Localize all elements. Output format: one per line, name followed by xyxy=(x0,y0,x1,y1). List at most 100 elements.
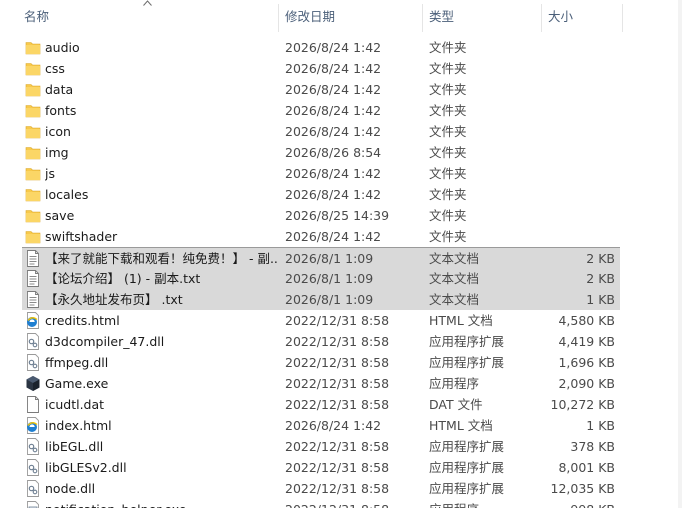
file-row[interactable]: img 2026/8/26 8:54 文件夹 xyxy=(22,142,620,163)
file-type: 文本文档 xyxy=(429,251,480,266)
file-row[interactable]: libGLESv2.dll 2022/12/31 8:58 应用程序扩展 8,001 … xyxy=(22,457,620,478)
file-modified-date: 2026/8/24 1:42 xyxy=(285,40,382,55)
file-row[interactable]: libEGL.dll 2022/12/31 8:58 应用程序扩展 378 KB xyxy=(22,436,620,457)
blank-file-icon xyxy=(25,396,41,413)
file-row[interactable]: d3dcompiler_47.dll 2022/12/31 8:58 应用程序扩展 4… xyxy=(22,331,620,352)
file-type: 文件夹 xyxy=(429,166,467,181)
file-modified-date: 2026/8/24 1:42 xyxy=(285,166,382,181)
file-modified-date: 2022/12/31 8:58 xyxy=(285,355,390,370)
file-modified-date: 2022/12/31 8:58 xyxy=(285,499,423,508)
file-size: 2 KB xyxy=(586,271,615,286)
file-type: 应用程序扩展 xyxy=(429,334,505,349)
column-header-name-label: 名称 xyxy=(24,9,50,24)
file-type: 文件夹 xyxy=(429,40,467,55)
file-size: 4,419 KB xyxy=(558,334,615,349)
file-modified-date: 2022/12/31 8:58 xyxy=(285,460,390,475)
file-size xyxy=(545,163,615,184)
file-row[interactable]: icudtl.dat 2022/12/31 8:58 DAT 文件 10,272 KB xyxy=(22,394,620,415)
file-name: locales xyxy=(45,187,89,202)
file-row[interactable]: icon 2026/8/24 1:42 文件夹 xyxy=(22,121,620,142)
exe-file-icon xyxy=(25,501,41,508)
file-name: 【论坛介绍】 (1) - 副本.txt xyxy=(45,271,201,286)
html-document-icon xyxy=(25,417,41,434)
file-row[interactable]: audio 2026/8/24 1:42 文件夹 xyxy=(22,37,620,58)
file-size: 1,696 KB xyxy=(558,355,615,370)
column-divider[interactable] xyxy=(622,4,623,32)
column-header-date-label: 修改日期 xyxy=(285,9,336,24)
file-name: index.html xyxy=(45,418,112,433)
file-size xyxy=(545,226,615,247)
column-header-size[interactable]: 大小 xyxy=(542,0,622,34)
file-modified-date: 2026/8/1 1:09 xyxy=(285,271,374,286)
file-size xyxy=(545,58,615,79)
file-modified-date: 2022/12/31 8:58 xyxy=(285,334,390,349)
folder-icon xyxy=(25,207,41,224)
file-size xyxy=(545,100,615,121)
file-modified-date: 2026/8/25 14:39 xyxy=(285,208,390,223)
file-name: data xyxy=(45,82,74,97)
file-modified-date: 2026/8/24 1:42 xyxy=(285,61,382,76)
file-size: 1 KB xyxy=(586,292,615,307)
file-type: 应用程序扩展 xyxy=(429,439,505,454)
file-name: d3dcompiler_47.dll xyxy=(45,334,165,349)
file-size: 2,090 KB xyxy=(558,376,615,391)
file-row[interactable]: js 2026/8/24 1:42 文件夹 xyxy=(22,163,620,184)
file-type: 应用程序扩展 xyxy=(429,481,505,496)
file-modified-date: 2022/12/31 8:58 xyxy=(285,397,390,412)
file-size: 378 KB xyxy=(570,439,615,454)
file-modified-date: 2026/8/26 8:54 xyxy=(285,145,382,160)
file-row[interactable]: 【论坛介绍】 (1) - 副本.txt 2026/8/1 1:09 文本文档 2 KB xyxy=(22,268,620,289)
column-header-type[interactable]: 类型 xyxy=(423,0,541,34)
file-name: 【永久地址发布页】 .txt xyxy=(45,292,183,307)
file-size: 4,580 KB xyxy=(558,313,615,328)
file-name: css xyxy=(45,61,65,76)
file-row[interactable]: locales 2026/8/24 1:42 文件夹 xyxy=(22,184,620,205)
file-type: 文件夹 xyxy=(429,82,467,97)
file-type: 应用程序 xyxy=(429,376,480,391)
file-row[interactable]: node.dll 2022/12/31 8:58 应用程序扩展 12,035 KB xyxy=(22,478,620,499)
file-row[interactable]: index.html 2026/8/24 1:42 HTML 文档 1 KB xyxy=(22,415,620,436)
file-type: 文件夹 xyxy=(429,187,467,202)
file-name: libEGL.dll xyxy=(45,439,104,454)
file-row[interactable]: data 2026/8/24 1:42 文件夹 xyxy=(22,79,620,100)
file-row[interactable]: credits.html 2022/12/31 8:58 HTML 文档 4,580 … xyxy=(22,310,620,331)
file-size xyxy=(545,184,615,205)
file-row[interactable]: 【永久地址发布页】 .txt 2026/8/1 1:09 文本文档 1 KB xyxy=(22,289,620,310)
file-row[interactable]: Game.exe 2022/12/31 8:58 应用程序 2,090 KB xyxy=(22,373,620,394)
file-row[interactable]: notification_helper.exe 2022/12/31 8:58 应用… xyxy=(22,499,620,508)
folder-icon xyxy=(25,60,41,77)
file-row[interactable]: fonts 2026/8/24 1:42 文件夹 xyxy=(22,100,620,121)
file-name: img xyxy=(45,145,69,160)
file-size: 2 KB xyxy=(586,251,615,266)
text-document-icon xyxy=(25,250,41,267)
file-row[interactable]: 【来了就能下载和观看！纯免费！】 - 副... 2026/8/1 1:09 文本文档… xyxy=(22,247,620,269)
folder-icon xyxy=(25,102,41,119)
column-header-size-label: 大小 xyxy=(548,9,574,24)
file-type: DAT 文件 xyxy=(429,397,483,412)
file-name: icon xyxy=(45,124,71,139)
file-size: 8,001 KB xyxy=(558,460,615,475)
dll-file-icon xyxy=(25,480,41,497)
file-row[interactable]: css 2026/8/24 1:42 文件夹 xyxy=(22,58,620,79)
file-name: Game.exe xyxy=(45,376,109,391)
vertical-scrollbar[interactable] xyxy=(678,0,682,508)
file-modified-date: 2026/8/24 1:42 xyxy=(285,103,382,118)
file-type: HTML 文档 xyxy=(429,418,493,433)
file-name: icudtl.dat xyxy=(45,397,105,412)
file-row[interactable]: swiftshader 2026/8/24 1:42 文件夹 xyxy=(22,226,620,247)
file-size xyxy=(545,142,615,163)
column-header-date[interactable]: 修改日期 xyxy=(279,0,422,34)
file-modified-date: 2026/8/24 1:42 xyxy=(285,418,382,433)
file-name: save xyxy=(45,208,75,223)
text-document-icon xyxy=(25,291,41,308)
file-type: 文本文档 xyxy=(429,271,480,286)
file-type: 文件夹 xyxy=(429,103,467,118)
file-type: 文件夹 xyxy=(429,61,467,76)
file-list: audio 2026/8/24 1:42 文件夹 css 2026/8/24 1:42 文… xyxy=(0,37,682,508)
folder-icon xyxy=(25,81,41,98)
file-row[interactable]: ffmpeg.dll 2022/12/31 8:58 应用程序扩展 1,696 KB xyxy=(22,352,620,373)
dll-file-icon xyxy=(25,438,41,455)
file-name: ffmpeg.dll xyxy=(45,355,109,370)
file-modified-date: 2022/12/31 8:58 xyxy=(285,481,390,496)
file-row[interactable]: save 2026/8/25 14:39 文件夹 xyxy=(22,205,620,226)
